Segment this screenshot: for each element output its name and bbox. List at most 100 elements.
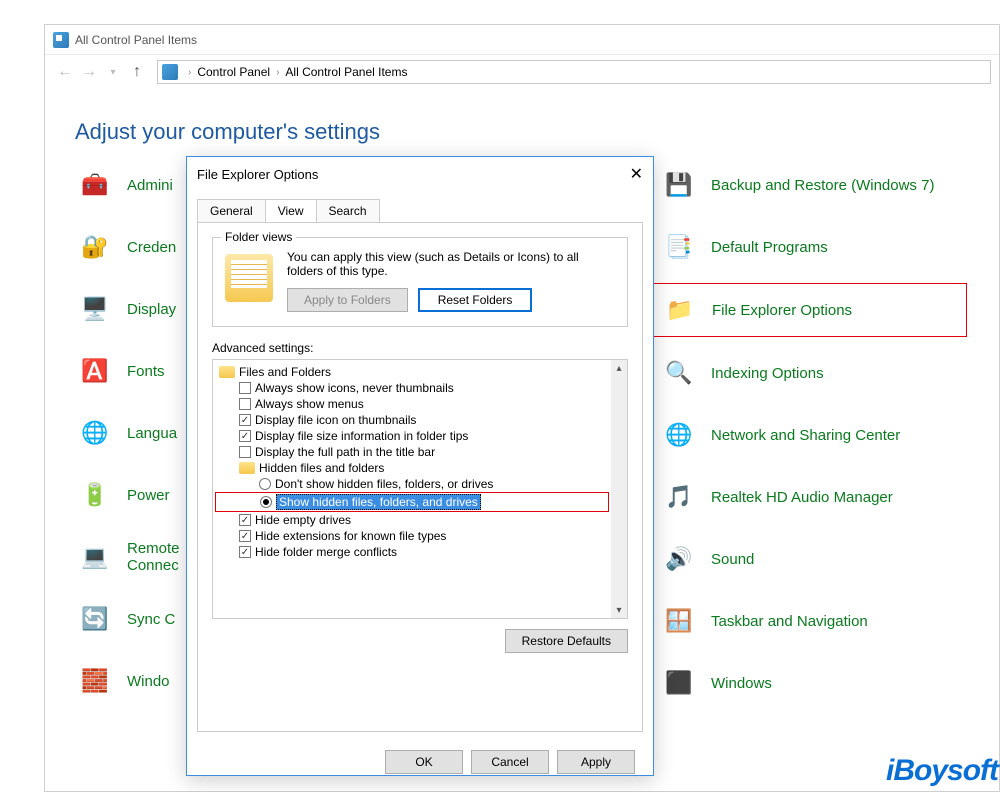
cp-item-icon: 🖥️ bbox=[75, 289, 115, 329]
folder-views-desc: You can apply this view (such as Details… bbox=[287, 250, 615, 312]
cp-item-icon: 🅰️ bbox=[75, 351, 115, 391]
cp-item-icon: 🔊 bbox=[659, 539, 699, 579]
cp-item-icon: 🧱 bbox=[75, 661, 115, 701]
dialog-titlebar: File Explorer Options ✕ bbox=[187, 157, 653, 191]
file-explorer-options-dialog: File Explorer Options ✕ General View Sea… bbox=[186, 156, 654, 776]
hidden-group-label: Hidden files and folders bbox=[259, 461, 384, 475]
chevron-right-icon: › bbox=[276, 67, 279, 78]
checkbox-label: Always show menus bbox=[255, 397, 364, 411]
window-title: All Control Panel Items bbox=[75, 33, 197, 47]
cp-item[interactable]: 🪟Taskbar and Navigation bbox=[659, 601, 959, 641]
cp-item-icon: 💻 bbox=[75, 537, 115, 577]
cp-item[interactable]: 💾Backup and Restore (Windows 7) bbox=[659, 165, 959, 205]
checkbox-icon bbox=[239, 398, 251, 410]
group-label: Folder views bbox=[221, 230, 296, 244]
tab-strip: General View Search bbox=[187, 191, 653, 222]
tree-checkbox[interactable]: ✓ Display file icon on thumbnails bbox=[215, 412, 609, 428]
checkbox-icon bbox=[239, 446, 251, 458]
cp-item-icon: 💾 bbox=[659, 165, 699, 205]
cp-item-label: Network and Sharing Center bbox=[711, 427, 900, 444]
checkbox-icon: ✓ bbox=[239, 430, 251, 442]
checkbox-label: Display file icon on thumbnails bbox=[255, 413, 416, 427]
scroll-down-icon[interactable]: ▾ bbox=[611, 602, 627, 618]
radio-label: Don't show hidden files, folders, or dri… bbox=[275, 477, 493, 491]
address-bar[interactable]: › Control Panel › All Control Panel Item… bbox=[157, 60, 991, 84]
cp-item-icon: 🔍 bbox=[659, 353, 699, 393]
tree-checkbox[interactable]: Always show menus bbox=[215, 396, 609, 412]
cp-item-label: Admini bbox=[127, 177, 173, 194]
watermark: iBoysoft bbox=[886, 754, 998, 788]
titlebar: All Control Panel Items bbox=[45, 25, 999, 55]
cp-item[interactable]: 🎵Realtek HD Audio Manager bbox=[659, 477, 959, 517]
tree-checkbox[interactable]: Always show icons, never thumbnails bbox=[215, 380, 609, 396]
checkbox-label: Always show icons, never thumbnails bbox=[255, 381, 454, 395]
cp-item[interactable]: 🌐 Network and Sharing Center bbox=[659, 415, 959, 455]
cp-item[interactable]: 📑 Default Programs bbox=[659, 227, 959, 267]
cp-item-icon: 🌐 bbox=[659, 415, 699, 455]
chevron-right-icon: › bbox=[188, 67, 191, 78]
cp-item-label: Sync C bbox=[127, 611, 175, 628]
close-icon[interactable]: ✕ bbox=[630, 164, 643, 184]
tree-checkbox[interactable]: ✓Hide empty drives bbox=[215, 512, 609, 528]
cp-item-icon: 🔋 bbox=[75, 475, 115, 515]
cp-item-label: Fonts bbox=[127, 363, 165, 380]
reset-folders-button[interactable]: Reset Folders bbox=[418, 288, 533, 312]
cp-item[interactable]: 📁 File Explorer Options bbox=[651, 283, 967, 337]
cp-item-icon: 🔄 bbox=[75, 599, 115, 639]
tree-list[interactable]: Files and Folders Always show icons, nev… bbox=[213, 360, 611, 618]
cp-item-label: File Explorer Options bbox=[712, 302, 852, 319]
cp-item-icon: 🪟 bbox=[659, 601, 699, 641]
breadcrumb-root[interactable]: Control Panel bbox=[197, 65, 270, 79]
back-button[interactable]: ← bbox=[53, 60, 77, 84]
tab-general[interactable]: General bbox=[197, 199, 266, 222]
page-title: Adjust your computer's settings bbox=[45, 89, 999, 155]
control-panel-icon bbox=[53, 32, 69, 48]
tree-folder-root: Files and Folders bbox=[215, 364, 609, 380]
checkbox-label: Hide extensions for known file types bbox=[255, 529, 446, 543]
radio-dont-show-hidden[interactable]: Don't show hidden files, folders, or dri… bbox=[215, 476, 609, 492]
tab-body: Folder views You can apply this view (su… bbox=[197, 222, 643, 732]
checkbox-icon: ✓ bbox=[239, 414, 251, 426]
folder-views-group: Folder views You can apply this view (su… bbox=[212, 237, 628, 327]
tree-checkbox[interactable]: ✓Hide folder merge conflicts bbox=[215, 544, 609, 560]
advanced-settings-label: Advanced settings: bbox=[212, 341, 628, 355]
radio-icon bbox=[260, 496, 272, 508]
forward-button[interactable]: → bbox=[77, 60, 101, 84]
control-panel-icon bbox=[162, 64, 178, 80]
tree-root-label: Files and Folders bbox=[239, 365, 331, 379]
radio-show-hidden[interactable]: Show hidden files, folders, and drives bbox=[215, 492, 609, 512]
cp-item[interactable]: ⬛ Windows bbox=[659, 663, 959, 703]
cp-item-label: Sound bbox=[711, 551, 754, 568]
cp-item-label: Default Programs bbox=[711, 239, 828, 256]
cp-item[interactable]: 🔊 Sound bbox=[659, 539, 959, 579]
apply-button[interactable]: Apply bbox=[557, 750, 635, 774]
tab-view[interactable]: View bbox=[265, 199, 317, 222]
restore-defaults-button[interactable]: Restore Defaults bbox=[505, 629, 628, 653]
breadcrumb-current[interactable]: All Control Panel Items bbox=[285, 65, 407, 79]
tree-checkbox[interactable]: Display the full path in the title bar bbox=[215, 444, 609, 460]
cp-item[interactable]: 🔍 Indexing Options bbox=[659, 353, 959, 393]
cp-item-icon: ⬛ bbox=[659, 663, 699, 703]
cp-item-label: Windows bbox=[711, 675, 772, 692]
cp-item-label: Indexing Options bbox=[711, 365, 824, 382]
folder-icon bbox=[239, 462, 255, 474]
cp-item-icon: 🌐 bbox=[75, 413, 115, 453]
apply-to-folders-button[interactable]: Apply to Folders bbox=[287, 288, 408, 312]
checkbox-label: Hide empty drives bbox=[255, 513, 351, 527]
cp-item-label: Creden bbox=[127, 239, 176, 256]
scroll-up-icon[interactable]: ▴ bbox=[611, 360, 627, 376]
cancel-button[interactable]: Cancel bbox=[471, 750, 549, 774]
tab-search[interactable]: Search bbox=[316, 199, 380, 222]
up-button[interactable]: ↑ bbox=[125, 60, 149, 84]
tree-checkbox[interactable]: ✓Display file size information in folder… bbox=[215, 428, 609, 444]
scrollbar[interactable]: ▴ ▾ bbox=[611, 360, 627, 618]
cp-item-icon: 📁 bbox=[660, 290, 700, 330]
cp-item-icon: 📑 bbox=[659, 227, 699, 267]
tree-checkbox[interactable]: ✓Hide extensions for known file types bbox=[215, 528, 609, 544]
recent-dropdown[interactable]: ▾ bbox=[101, 60, 125, 84]
cp-item-icon: 🎵 bbox=[659, 477, 699, 517]
right-column: 💾Backup and Restore (Windows 7) 📑 Default … bbox=[659, 165, 959, 703]
folder-icon bbox=[225, 254, 273, 302]
ok-button[interactable]: OK bbox=[385, 750, 463, 774]
dialog-title: File Explorer Options bbox=[197, 167, 318, 182]
